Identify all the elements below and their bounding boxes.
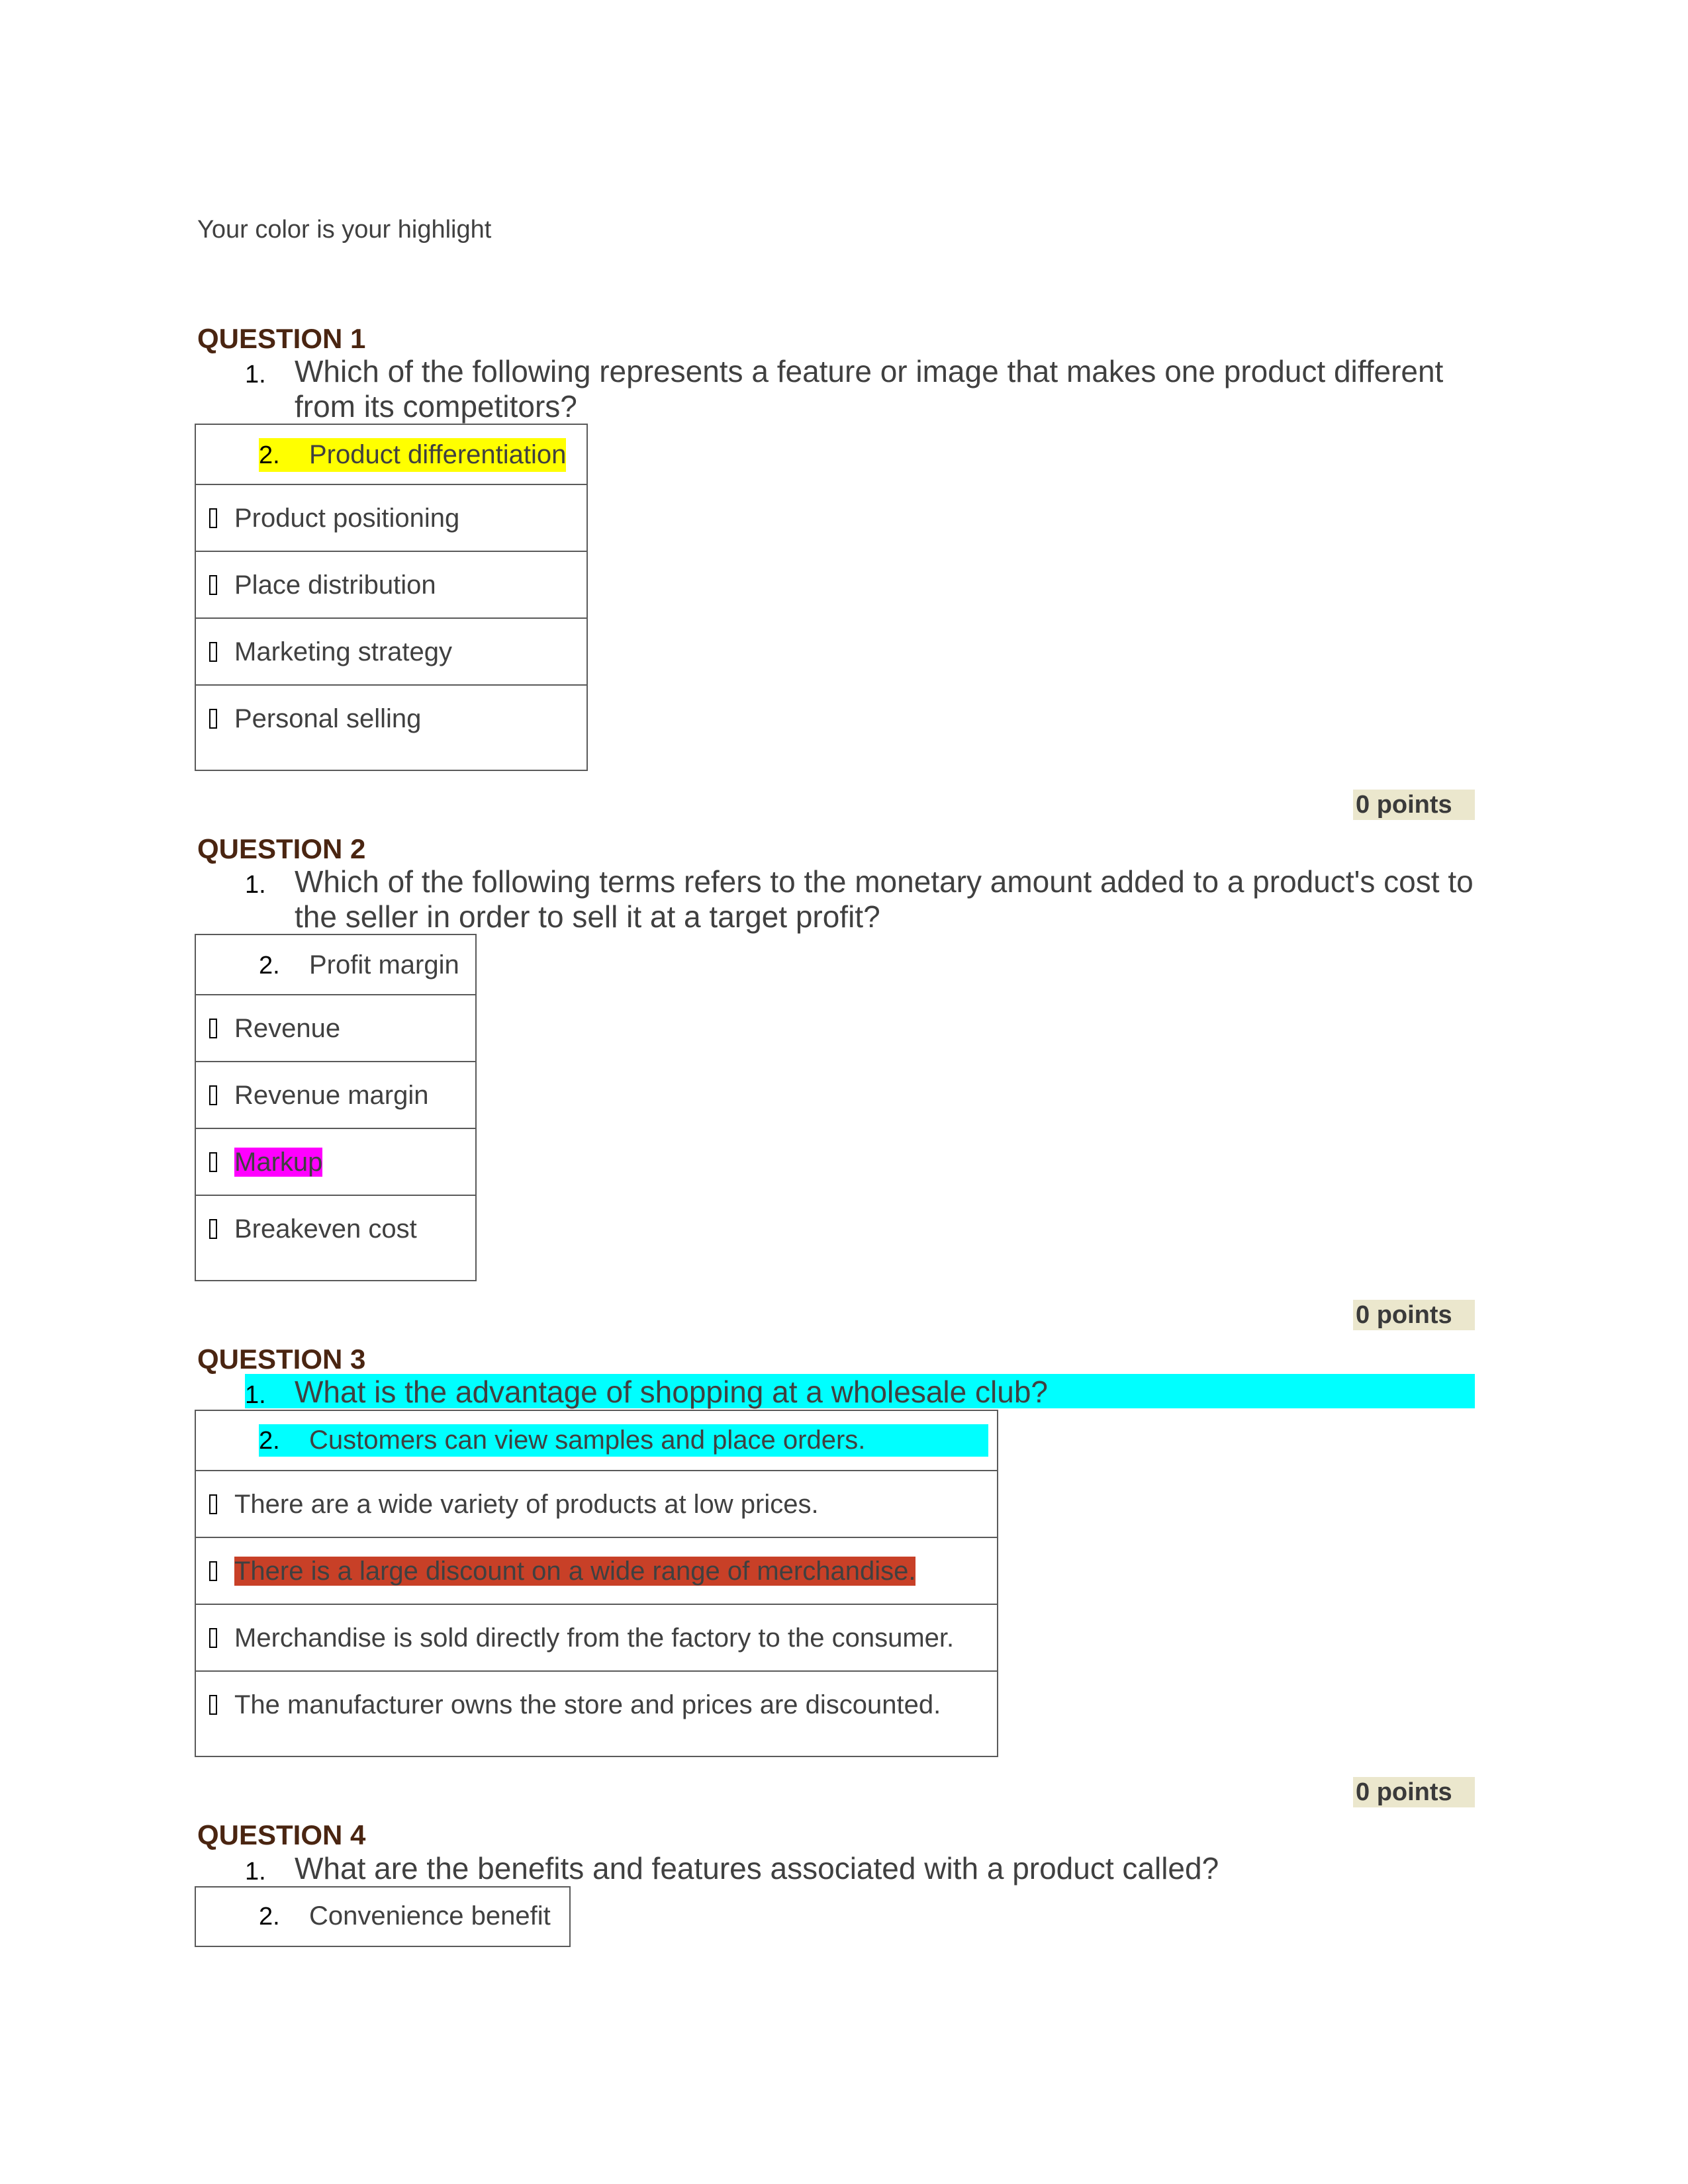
answer-label: Product differentiation: [309, 440, 567, 469]
option-label: Marketing strategy: [234, 637, 453, 666]
option-row[interactable]: There are a wide variety of products at …: [196, 1471, 997, 1538]
option-label: Markup: [234, 1148, 323, 1177]
intro-note: Your color is your highlight: [197, 216, 492, 244]
option-label: There is a large discount on a wide rang…: [234, 1557, 916, 1586]
selected-answer: 2. Profit margin: [259, 948, 459, 982]
question-2-text-line-1: Which of the following terms refers to t…: [295, 864, 1474, 899]
option-label: Revenue: [234, 1014, 341, 1043]
answer-row[interactable]: 2. Customers can view samples and place o…: [196, 1411, 997, 1471]
question-2-text-line-2: the seller in order to sell it at a targ…: [295, 899, 880, 934]
answer-number: 2.: [259, 1903, 280, 1931]
option-label: Breakeven cost: [234, 1214, 417, 1244]
missing-glyph-icon: [209, 1494, 217, 1514]
question-2-options-table: 2. Profit margin Revenue Revenue margin M…: [195, 934, 477, 1281]
option-row[interactable]: Markup: [196, 1129, 475, 1196]
answer-label: Convenience benefit: [309, 1901, 551, 1931]
answer-label: Customers can view samples and place ord…: [309, 1426, 866, 1455]
missing-glyph-icon: [209, 575, 217, 595]
option-row[interactable]: There is a large discount on a wide rang…: [196, 1538, 997, 1605]
question-3-text-line-1: What is the advantage of shopping at a w…: [295, 1375, 1048, 1409]
points-badge: 0 points: [1353, 1777, 1475, 1807]
answer-row[interactable]: 2. Convenience benefit: [196, 1888, 569, 1946]
question-1-text-line-2: from its competitors?: [295, 389, 577, 424]
option-row[interactable]: Merchandise is sold directly from the fa…: [196, 1605, 997, 1672]
points-badge: 0 points: [1353, 1300, 1475, 1330]
question-2-number: 1.: [245, 871, 266, 899]
question-2-heading: QUESTION 2: [197, 833, 366, 864]
selected-answer: 2. Product differentiation: [259, 438, 567, 472]
option-label: The manufacturer owns the store and pric…: [234, 1690, 941, 1719]
option-row[interactable]: Revenue: [196, 995, 475, 1062]
question-4-options-table: 2. Convenience benefit: [195, 1886, 571, 1947]
question-4-heading: QUESTION 4: [197, 1819, 366, 1850]
question-4-text-line-1: What are the benefits and features assoc…: [295, 1851, 1219, 1886]
question-1-text-line-1: Which of the following represents a feat…: [295, 354, 1444, 388]
answer-label: Profit margin: [309, 950, 459, 979]
missing-glyph-icon: [209, 709, 217, 729]
missing-glyph-icon: [209, 1695, 217, 1715]
missing-glyph-icon: [209, 1561, 217, 1581]
question-3-heading: QUESTION 3: [197, 1343, 366, 1375]
answer-number: 2.: [259, 1427, 280, 1455]
option-label: There are a wide variety of products at …: [234, 1490, 819, 1519]
question-1-options-table: 2. Product differentiation Product positi…: [195, 424, 588, 771]
question-1-heading: QUESTION 1: [197, 323, 366, 354]
question-3-number: 1.: [245, 1381, 266, 1409]
option-label: Place distribution: [234, 570, 436, 600]
option-row[interactable]: Personal selling: [196, 686, 586, 770]
answer-row[interactable]: 2. Product differentiation: [196, 425, 586, 485]
option-row[interactable]: Breakeven cost: [196, 1196, 475, 1280]
missing-glyph-icon: [209, 1085, 217, 1105]
option-row[interactable]: The manufacturer owns the store and pric…: [196, 1672, 997, 1756]
missing-glyph-icon: [209, 642, 217, 662]
option-row[interactable]: Marketing strategy: [196, 619, 586, 686]
option-row[interactable]: Place distribution: [196, 552, 586, 619]
missing-glyph-icon: [209, 508, 217, 528]
option-row[interactable]: Product positioning: [196, 485, 586, 552]
answer-number: 2.: [259, 441, 280, 469]
option-label: Product positioning: [234, 504, 460, 533]
answer-number: 2.: [259, 952, 280, 979]
selected-answer: 2. Convenience benefit: [259, 1899, 551, 1933]
missing-glyph-icon: [209, 1019, 217, 1038]
option-label: Revenue margin: [234, 1081, 429, 1110]
option-row[interactable]: Revenue margin: [196, 1062, 475, 1129]
missing-glyph-icon: [209, 1628, 217, 1648]
selected-answer: 2. Customers can view samples and place o…: [259, 1424, 988, 1457]
points-badge: 0 points: [1353, 790, 1475, 820]
option-label: Personal selling: [234, 704, 422, 733]
question-4-number: 1.: [245, 1858, 266, 1886]
question-1-number: 1.: [245, 361, 266, 388]
option-label: Merchandise is sold directly from the fa…: [234, 1623, 955, 1653]
missing-glyph-icon: [209, 1152, 217, 1172]
question-3-options-table: 2. Customers can view samples and place o…: [195, 1410, 998, 1757]
missing-glyph-icon: [209, 1219, 217, 1239]
answer-row[interactable]: 2. Profit margin: [196, 935, 475, 995]
